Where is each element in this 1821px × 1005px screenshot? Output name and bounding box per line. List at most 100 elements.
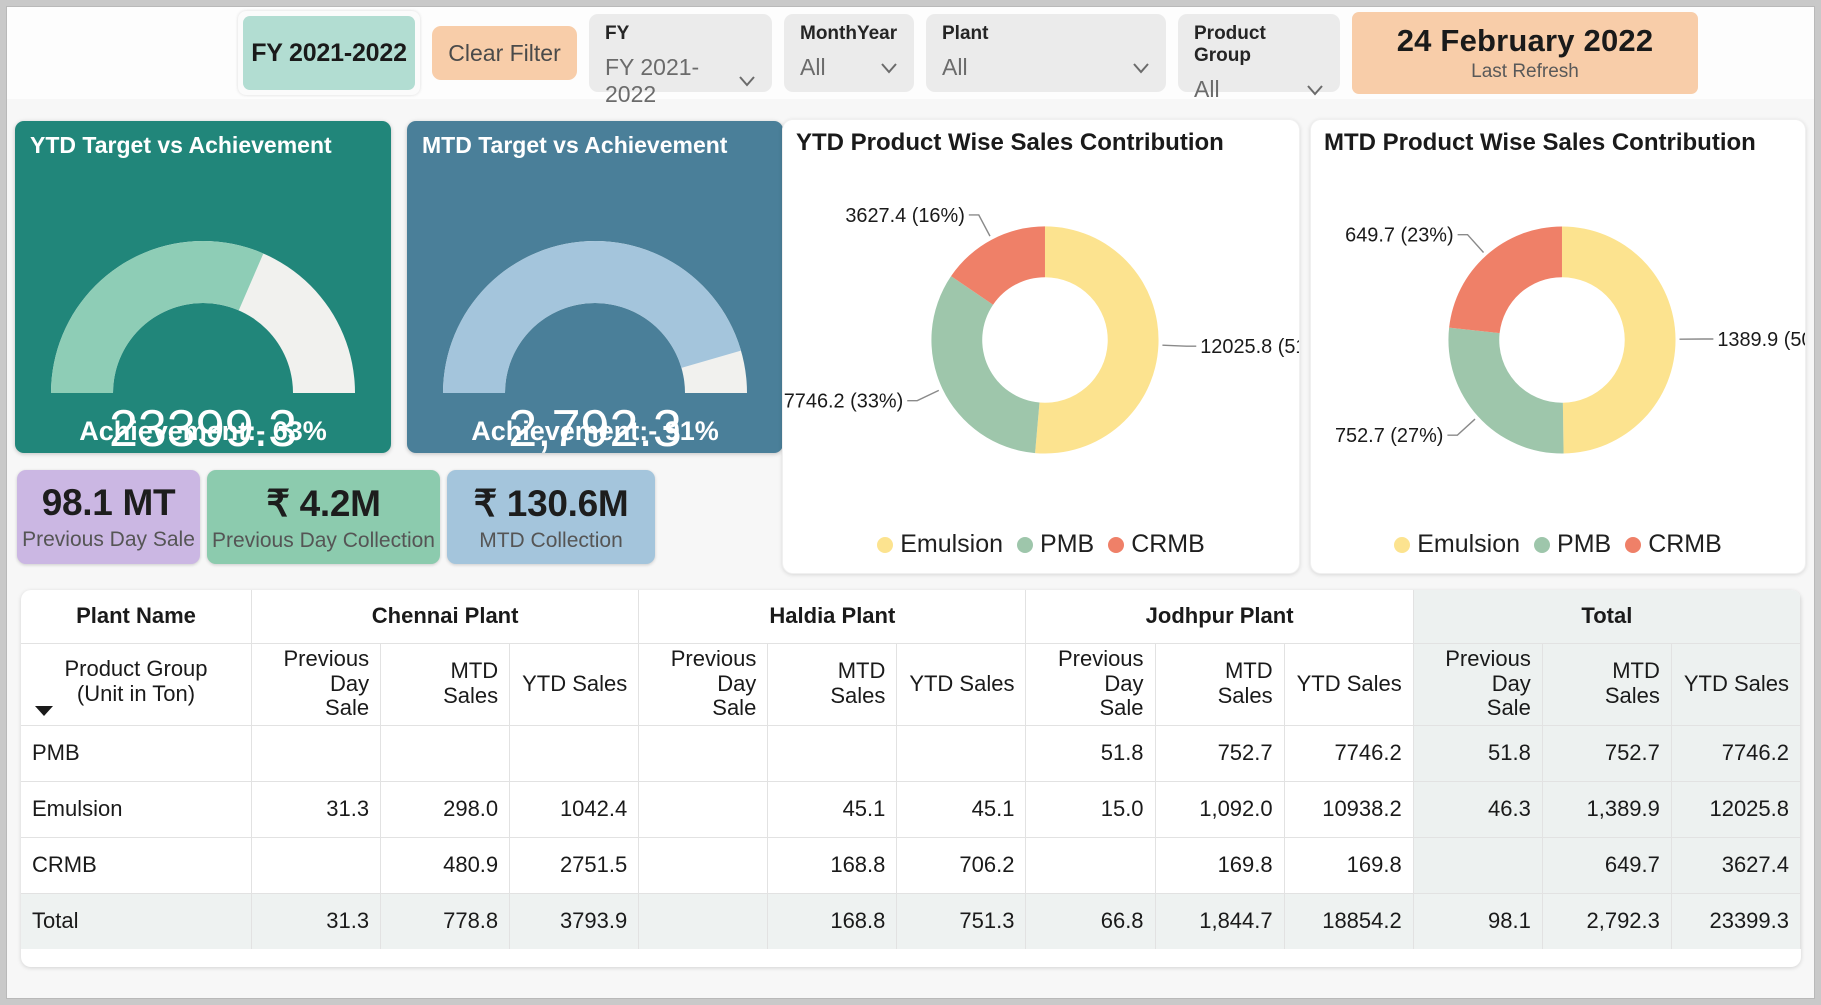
matrix-measure-header[interactable]: YTD Sales xyxy=(1284,643,1413,725)
slicer-fy[interactable]: FY FY 2021-2022 xyxy=(589,14,772,92)
matrix-measure-header[interactable]: MTD Sales xyxy=(1542,643,1671,725)
slicer-plant-label: Plant xyxy=(942,23,1152,45)
matrix-cell: 778.8 xyxy=(381,893,510,949)
matrix-measure-header-row: Product Group (Unit in Ton) Previous Day… xyxy=(21,643,1801,725)
mtd-donut-chart[interactable]: 1389.9 (50%)752.7 (27%)649.7 (23%) xyxy=(1311,158,1805,518)
sort-descending-icon[interactable] xyxy=(35,706,53,716)
matrix-measure-header[interactable]: Previous DaySale xyxy=(1026,643,1155,725)
clear-filter-button[interactable]: Clear Filter xyxy=(432,26,577,80)
ytd-gauge-card[interactable]: YTD Target vs Achievement 23399.3 0 3700… xyxy=(15,121,391,453)
kpi-previous-day-collection[interactable]: ₹ 4.2M Previous Day Collection xyxy=(207,470,440,564)
chevron-down-icon[interactable] xyxy=(878,57,900,79)
legend-label: Emulsion xyxy=(1417,530,1520,559)
legend-item-crmb[interactable]: CRMB xyxy=(1108,530,1205,559)
legend-item-pmb[interactable]: PMB xyxy=(1534,530,1611,559)
table-row[interactable]: PMB51.8752.77746.251.8752.77746.2 xyxy=(21,725,1801,781)
chevron-down-icon[interactable] xyxy=(1304,79,1326,101)
donut-slice-pmb[interactable] xyxy=(931,276,1039,453)
chevron-down-icon[interactable] xyxy=(736,70,758,92)
matrix-cell: 298.0 xyxy=(381,781,510,837)
kpi-previous-day-collection-label: Previous Day Collection xyxy=(212,529,435,553)
matrix-cell: 1,844.7 xyxy=(1155,893,1284,949)
matrix-measure-header[interactable]: Previous DaySale xyxy=(1413,643,1542,725)
kpi-previous-day-sale[interactable]: 98.1 MT Previous Day Sale xyxy=(17,470,200,564)
fy-filter-chip[interactable]: FY 2021-2022 xyxy=(243,16,415,90)
matrix-cell xyxy=(510,725,639,781)
matrix-measure-header-line: MTD Sales xyxy=(779,659,885,708)
donut-leader-line xyxy=(1162,345,1196,346)
matrix-measure-header[interactable]: Previous DaySale xyxy=(252,643,381,725)
matrix-measure-header[interactable]: Previous DaySale xyxy=(639,643,768,725)
slicer-monthyear[interactable]: MonthYear All xyxy=(784,14,914,92)
slicer-monthyear-value: All xyxy=(800,54,826,81)
legend-label: CRMB xyxy=(1131,530,1205,559)
matrix-cell xyxy=(639,725,768,781)
legend-item-emulsion[interactable]: Emulsion xyxy=(1394,530,1520,559)
matrix-measure-header-line: Sale xyxy=(263,696,369,721)
matrix-plant-name-header[interactable]: Plant Name xyxy=(21,590,252,643)
donut-slice-emulsion[interactable] xyxy=(1562,226,1676,453)
slicer-fy-row: FY 2021-2022 xyxy=(605,54,758,108)
matrix-measure-header-line: MTD Sales xyxy=(1167,659,1273,708)
matrix-cell: 23399.3 xyxy=(1671,893,1800,949)
table-row[interactable]: Emulsion31.3298.01042.445.145.115.01,092… xyxy=(21,781,1801,837)
legend-label: Emulsion xyxy=(900,530,1003,559)
matrix-group-haldia[interactable]: Haldia Plant xyxy=(639,590,1026,643)
slicer-product-group[interactable]: Product Group All xyxy=(1178,14,1340,92)
ytd-donut-title: YTD Product Wise Sales Contribution xyxy=(796,129,1224,157)
footer-strip xyxy=(7,972,1814,998)
donut-leader-line xyxy=(1458,235,1484,253)
matrix-cell: 98.1 xyxy=(1413,893,1542,949)
slicer-product-group-label: Product Group xyxy=(1194,23,1326,67)
kpi-mtd-collection-value: ₹ 130.6M xyxy=(474,482,629,525)
donut-slice-emulsion[interactable] xyxy=(1035,226,1158,453)
table-row[interactable]: CRMB480.92751.5168.8706.2169.8169.8649.7… xyxy=(21,837,1801,893)
ytd-gauge-title: YTD Target vs Achievement xyxy=(30,132,332,159)
matrix-cell: 169.8 xyxy=(1155,837,1284,893)
slicer-fy-label: FY xyxy=(605,23,758,45)
ytd-donut-card[interactable]: YTD Product Wise Sales Contribution 1202… xyxy=(782,119,1300,574)
donut-slice-pmb[interactable] xyxy=(1448,328,1563,454)
matrix-measure-header-line: Sale xyxy=(1037,696,1143,721)
matrix-measure-header-line: Previous Day xyxy=(1037,647,1143,696)
donut-data-label: 752.7 (27%) xyxy=(1335,425,1443,447)
legend-item-emulsion[interactable]: Emulsion xyxy=(877,530,1003,559)
matrix-group-jodhpur[interactable]: Jodhpur Plant xyxy=(1026,590,1413,643)
matrix-group-total[interactable]: Total xyxy=(1413,590,1800,643)
legend-item-pmb[interactable]: PMB xyxy=(1017,530,1094,559)
slicer-plant[interactable]: Plant All xyxy=(926,14,1166,92)
ytd-donut-chart[interactable]: 12025.8 (51%)7746.2 (33%)3627.4 (16%) xyxy=(783,158,1299,518)
kpi-mtd-collection-label: MTD Collection xyxy=(479,529,623,553)
matrix-group-chennai[interactable]: Chennai Plant xyxy=(252,590,639,643)
matrix-cell: 751.3 xyxy=(897,893,1026,949)
matrix-cell xyxy=(639,837,768,893)
matrix-measure-header[interactable]: YTD Sales xyxy=(897,643,1026,725)
matrix-measure-header[interactable]: MTD Sales xyxy=(768,643,897,725)
matrix-cell: 31.3 xyxy=(252,781,381,837)
matrix-cell: 45.1 xyxy=(897,781,1026,837)
matrix-cell: 168.8 xyxy=(768,893,897,949)
matrix-cell: 480.9 xyxy=(381,837,510,893)
matrix-cell xyxy=(252,725,381,781)
donut-leader-line xyxy=(1447,419,1475,435)
matrix-product-group-header[interactable]: Product Group (Unit in Ton) xyxy=(21,643,252,725)
donut-data-label: 3627.4 (16%) xyxy=(845,205,965,227)
matrix-cell xyxy=(252,837,381,893)
matrix-measure-header[interactable]: MTD Sales xyxy=(1155,643,1284,725)
chevron-down-icon[interactable] xyxy=(1130,57,1152,79)
donut-slice-crmb[interactable] xyxy=(1449,226,1562,333)
donut-data-label: 12025.8 (51%) xyxy=(1200,336,1299,358)
matrix-total-row[interactable]: Total31.3778.83793.9168.8751.366.81,844.… xyxy=(21,893,1801,949)
matrix-measure-header[interactable]: YTD Sales xyxy=(1671,643,1800,725)
matrix-cell: 706.2 xyxy=(897,837,1026,893)
matrix-measure-header[interactable]: YTD Sales xyxy=(510,643,639,725)
sales-matrix-table[interactable]: Plant Name Chennai Plant Haldia Plant Jo… xyxy=(21,590,1801,967)
mtd-gauge-card[interactable]: MTD Target vs Achievement 2,792.3 0 3083… xyxy=(407,121,783,453)
matrix-cell: 169.8 xyxy=(1284,837,1413,893)
matrix-row-label: PMB xyxy=(21,725,252,781)
matrix-row-label: CRMB xyxy=(21,837,252,893)
legend-item-crmb[interactable]: CRMB xyxy=(1625,530,1722,559)
matrix-measure-header[interactable]: MTD Sales xyxy=(381,643,510,725)
kpi-mtd-collection[interactable]: ₹ 130.6M MTD Collection xyxy=(447,470,655,564)
mtd-donut-card[interactable]: MTD Product Wise Sales Contribution 1389… xyxy=(1310,119,1806,574)
